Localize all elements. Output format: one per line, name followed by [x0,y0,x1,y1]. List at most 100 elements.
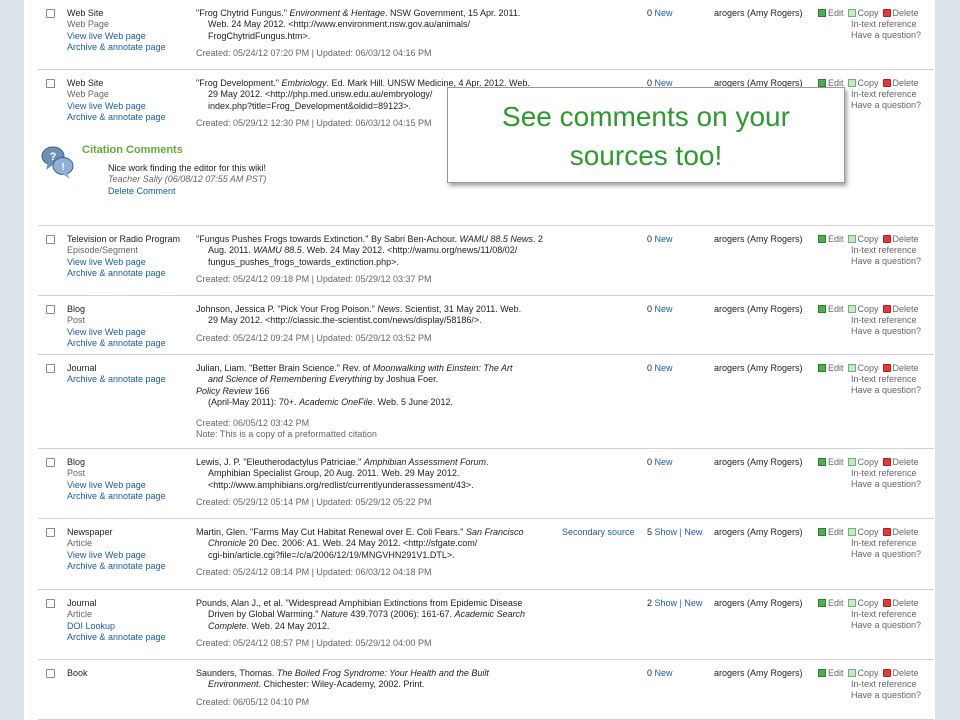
citation-title: News [377,304,400,314]
have-a-question-link[interactable]: Have a question? [851,256,923,267]
comment-new-link[interactable]: New [655,234,673,244]
citation-part: . Web. 24 May 2012. [246,620,330,631]
view-live-web-page-link[interactable]: View live Web page [67,101,191,112]
view-live-web-page-link[interactable]: View live Web page [67,257,191,268]
archive-annotate-page-link[interactable]: Archive & annotate page [67,561,191,572]
delete-button[interactable]: Delete [882,304,919,314]
copy-button[interactable]: Copy [847,8,879,18]
in-text-reference-link[interactable]: In-text reference [851,89,923,100]
select-checkbox[interactable] [46,528,55,537]
have-a-question-link[interactable]: Have a question? [851,479,923,490]
copy-button[interactable]: Copy [847,668,879,678]
select-checkbox[interactable] [46,9,55,18]
comment-new-link[interactable]: New [655,304,673,314]
citation-line: Driven by Global Warming." Nature 439.70… [196,609,556,620]
in-text-reference-link[interactable]: In-text reference [851,538,923,549]
in-text-reference-link[interactable]: In-text reference [851,468,923,479]
delete-button[interactable]: Delete [882,527,919,537]
have-a-question-link[interactable]: Have a question? [851,326,923,337]
doi-lookup-link[interactable]: DOI Lookup [67,621,191,632]
have-a-question-link[interactable]: Have a question? [851,100,923,111]
delete-button[interactable]: Delete [882,8,919,18]
copy-button[interactable]: Copy [847,304,879,314]
archive-annotate-page-link[interactable]: Archive & annotate page [67,268,191,279]
select-checkbox[interactable] [46,305,55,314]
copy-button[interactable]: Copy [847,363,879,373]
have-a-question-link[interactable]: Have a question? [851,549,923,560]
view-live-web-page-link[interactable]: View live Web page [67,327,191,338]
edit-button[interactable]: Edit [818,304,844,314]
archive-annotate-page-link[interactable]: Archive & annotate page [67,112,191,123]
select-checkbox[interactable] [46,235,55,244]
copy-button[interactable]: Copy [847,457,879,467]
archive-annotate-page-link[interactable]: Archive & annotate page [67,632,191,643]
have-a-question-link[interactable]: Have a question? [851,690,923,701]
in-text-reference-link[interactable]: In-text reference [851,245,923,256]
edit-button[interactable]: Edit [818,598,844,608]
comments-count: 0 New [647,363,673,373]
edit-button[interactable]: Edit [818,234,844,244]
delete-icon [882,305,891,313]
in-text-reference-link[interactable]: In-text reference [851,679,923,690]
copy-button[interactable]: Copy [847,234,879,244]
citation-title: Amphibian Assessment Forum [363,457,487,467]
edit-button[interactable]: Edit [818,668,844,678]
copy-button[interactable]: Copy [847,78,879,88]
have-a-question-link[interactable]: Have a question? [851,30,923,41]
in-text-reference-link[interactable]: In-text reference [851,315,923,326]
comment-new-link[interactable]: New [655,8,673,18]
copy-button[interactable]: Copy [847,527,879,537]
citation-part: Pounds, Alan J., et al. "Widespread Amph… [196,598,523,608]
select-checkbox[interactable] [46,599,55,608]
archive-annotate-page-link[interactable]: Archive & annotate page [67,338,191,349]
citation-part: cgi-bin/article.cgi?file=/c/a/2006/12/19… [208,549,455,560]
have-a-question-link[interactable]: Have a question? [851,620,923,631]
created-updated-dates: Created: 05/29/12 12:30 PM | Updated: 06… [196,118,432,128]
edit-button[interactable]: Edit [818,363,844,373]
owner-name: arogers (Amy Rogers) [714,457,803,467]
view-live-web-page-link[interactable]: View live Web page [67,31,191,42]
citation-part: Aug. 2011. [208,245,254,256]
source-subtype: Web Page [67,19,109,30]
view-live-web-page-link[interactable]: View live Web page [67,550,191,561]
archive-annotate-page-link[interactable]: Archive & annotate page [67,374,191,385]
comment-show-link[interactable]: Show [655,527,678,537]
secondary-source-link[interactable]: Secondary source [562,527,635,537]
have-a-question-link[interactable]: Have a question? [851,385,923,396]
select-checkbox[interactable] [46,458,55,467]
delete-button[interactable]: Delete [882,363,919,373]
citation-line: Environment. Chichester: Wiley-Academy, … [196,679,556,690]
in-text-reference-link[interactable]: In-text reference [851,374,923,385]
delete-comment-link[interactable]: Delete Comment [108,186,176,196]
delete-button[interactable]: Delete [882,598,919,608]
select-checkbox[interactable] [46,79,55,88]
delete-button[interactable]: Delete [882,457,919,467]
in-text-reference-link[interactable]: In-text reference [851,609,923,620]
select-checkbox[interactable] [46,669,55,678]
delete-button[interactable]: Delete [882,234,919,244]
edit-button[interactable]: Edit [818,527,844,537]
source-type: Newspaper [67,527,113,537]
comment-new-link[interactable]: New [655,668,673,678]
edit-button[interactable]: Edit [818,8,844,18]
comment-new-link[interactable]: New [655,363,673,373]
copy-button[interactable]: Copy [847,598,879,608]
archive-annotate-page-link[interactable]: Archive & annotate page [67,491,191,502]
in-text-reference-link[interactable]: In-text reference [851,19,923,30]
delete-button[interactable]: Delete [882,78,919,88]
view-live-web-page-link[interactable]: View live Web page [67,480,191,491]
citation-part: Web. 24 May 2012. <http://www.environmen… [208,19,471,30]
select-checkbox[interactable] [46,364,55,373]
comment-new-link[interactable]: New [684,527,702,537]
delete-button[interactable]: Delete [882,668,919,678]
delete-icon [882,528,891,536]
source-type-cell: Web Site Web Page View live Web page Archiv… [67,78,191,124]
comment-new-link[interactable]: New [684,598,702,608]
citation-part: 166 [252,385,270,396]
archive-annotate-page-link[interactable]: Archive & annotate page [67,42,191,53]
edit-button[interactable]: Edit [818,457,844,467]
comment-new-link[interactable]: New [655,457,673,467]
edit-label: Edit [828,234,844,244]
delete-icon [882,669,891,677]
comment-show-link[interactable]: Show [655,598,678,608]
